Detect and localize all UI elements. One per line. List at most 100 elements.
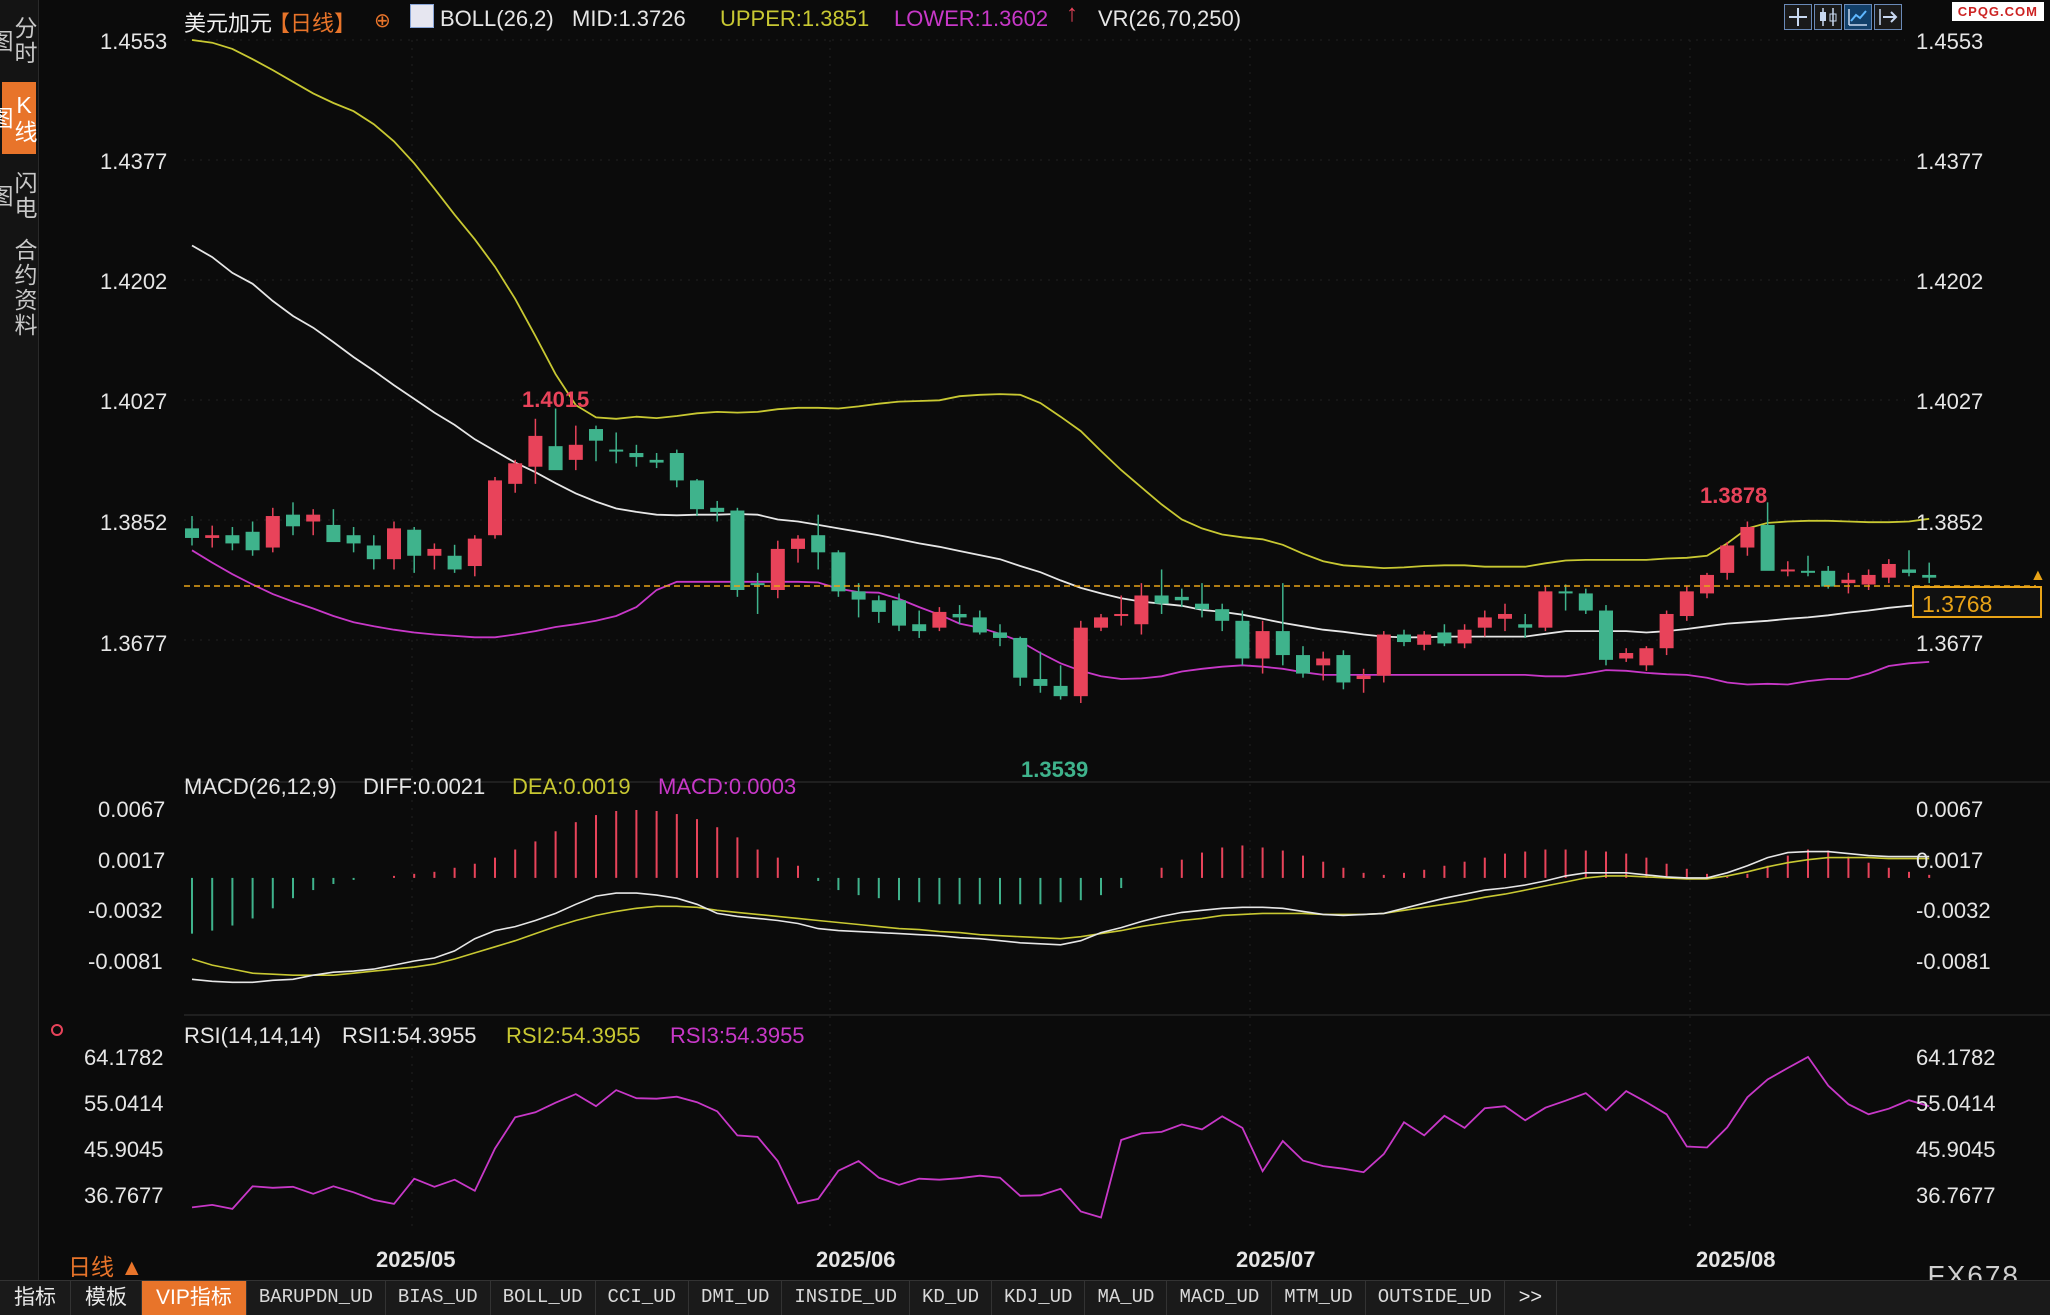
indicator-macd[interactable]: MACD_UD bbox=[1167, 1281, 1273, 1315]
indicator-outside[interactable]: OUTSIDE_UD bbox=[1366, 1281, 1505, 1315]
candle-body bbox=[1215, 609, 1230, 621]
macd-diff-path bbox=[191, 850, 1930, 984]
macd-header: MACD(26,12,9) DIFF:0.0021 DEA:0.0019 MAC… bbox=[184, 774, 796, 799]
candle-body bbox=[1841, 579, 1856, 584]
candle-body bbox=[1780, 569, 1795, 572]
indicator-kdj[interactable]: KDJ_UD bbox=[992, 1281, 1086, 1315]
tab-templates[interactable]: 模板 bbox=[71, 1281, 142, 1315]
candle-body bbox=[185, 528, 199, 538]
candle-body bbox=[427, 548, 442, 556]
rsi-axis-label: 64.1782 bbox=[1916, 1045, 1996, 1070]
candle-body bbox=[1356, 675, 1371, 680]
candle-body bbox=[1296, 655, 1310, 674]
macd-axis-label: 0.0067 bbox=[1916, 797, 1983, 822]
candle-body bbox=[851, 591, 866, 600]
candle-body bbox=[669, 453, 684, 481]
candle-body bbox=[1235, 620, 1250, 659]
price-axis-label: 1.4027 bbox=[100, 389, 167, 414]
candle-body bbox=[750, 583, 765, 586]
macd-dea-value: DEA:0.0019 bbox=[512, 774, 631, 799]
rsi-path bbox=[191, 1055, 1930, 1219]
more-indicators-button[interactable]: >> bbox=[1505, 1281, 1558, 1315]
macd-axis-label: 0.0017 bbox=[1916, 848, 1983, 873]
price-axis-label: 1.4377 bbox=[1916, 149, 1983, 174]
rsi-axis-label: 45.9045 bbox=[1916, 1137, 1996, 1162]
candle-body bbox=[1336, 655, 1351, 683]
candle-body bbox=[629, 453, 644, 458]
x-axis-label: 2025/06 bbox=[816, 1247, 896, 1272]
candle-body bbox=[1861, 574, 1876, 585]
price-pane: ▲ bbox=[184, 39, 2046, 704]
indicator-cci[interactable]: CCI_UD bbox=[596, 1281, 689, 1315]
candle-body bbox=[346, 535, 361, 544]
candle-body bbox=[811, 535, 826, 553]
price-axis-label: 1.4377 bbox=[100, 149, 167, 174]
candle-body bbox=[1902, 569, 1916, 573]
rsi-axis-label: 36.7677 bbox=[84, 1183, 164, 1208]
candle-body bbox=[286, 514, 300, 527]
candle-body bbox=[1498, 613, 1512, 619]
indicator-mtm[interactable]: MTM_UD bbox=[1272, 1281, 1366, 1315]
chart-canvas[interactable]: ▲ 1.4553 1.4377 1.4202 1.4027 1.3852 1.3… bbox=[0, 0, 2050, 1280]
tab-vip-indicators[interactable]: VIP指标 bbox=[142, 1281, 247, 1315]
indicator-dmi[interactable]: DMI_UD bbox=[689, 1281, 783, 1315]
indicator-inside[interactable]: INSIDE_UD bbox=[782, 1281, 911, 1315]
candle-body bbox=[407, 529, 422, 556]
candle-body bbox=[730, 510, 745, 590]
rsi-axis: 64.1782 55.0414 45.9045 36.7677 64.1782 … bbox=[84, 1045, 1996, 1208]
candle-body bbox=[1376, 634, 1391, 676]
x-axis-label: 2025/07 bbox=[1236, 1247, 1316, 1272]
indicator-bias[interactable]: BIAS_UD bbox=[386, 1281, 491, 1315]
candle-body bbox=[589, 429, 603, 441]
candle-body bbox=[1114, 613, 1129, 617]
price-axis-label: 1.3677 bbox=[100, 631, 167, 656]
current-price-tag: 1.3768 bbox=[1912, 586, 2042, 618]
rsi-axis-label: 64.1782 bbox=[84, 1045, 164, 1070]
tab-indicators[interactable]: 指标 bbox=[0, 1281, 71, 1315]
boll-mid-line bbox=[191, 244, 1930, 639]
candle-body bbox=[548, 446, 563, 471]
macd-axis-label: -0.0032 bbox=[88, 898, 163, 923]
candle-body bbox=[1599, 610, 1613, 660]
macd-diff-line bbox=[191, 850, 1930, 984]
candle-body bbox=[1477, 617, 1492, 628]
candle-body bbox=[1073, 627, 1088, 697]
candle-body bbox=[1275, 631, 1290, 656]
candle-body bbox=[225, 535, 240, 544]
indicator-kd[interactable]: KD_UD bbox=[910, 1281, 993, 1315]
price-axis-label: 1.4553 bbox=[100, 29, 167, 54]
price-axis-label: 1.4553 bbox=[1916, 29, 1983, 54]
candle-body bbox=[1740, 526, 1755, 548]
indicator-boll[interactable]: BOLL_UD bbox=[491, 1281, 596, 1315]
candle-body bbox=[1316, 658, 1331, 666]
rsi1-value: RSI1:54.3955 bbox=[342, 1023, 477, 1048]
candle-body bbox=[791, 538, 805, 549]
indicator-ma[interactable]: MA_UD bbox=[1085, 1281, 1168, 1315]
macd-axis: 0.0067 0.0017 -0.0032 -0.0081 0.0067 0.0… bbox=[88, 797, 1991, 974]
candle-body bbox=[1659, 613, 1674, 649]
macd-axis-label: -0.0081 bbox=[88, 949, 163, 974]
price-axis-left: 1.4553 1.4377 1.4202 1.4027 1.3852 1.367… bbox=[100, 29, 167, 656]
candle-body bbox=[1255, 631, 1270, 659]
candle-body bbox=[568, 444, 583, 460]
indicator-barupdn[interactable]: BARUPDN_UD bbox=[247, 1281, 386, 1315]
candle-body bbox=[1679, 591, 1694, 617]
macd-diff-value: DIFF:0.0021 bbox=[363, 774, 485, 799]
price-axis-label: 1.3677 bbox=[1916, 631, 1983, 656]
period-selector[interactable]: 日线 ▲ bbox=[68, 1248, 143, 1282]
candle-body bbox=[1720, 545, 1735, 573]
candle-body bbox=[1881, 563, 1896, 578]
candle-body bbox=[972, 617, 987, 633]
candle-body bbox=[710, 507, 725, 512]
candle-body bbox=[993, 632, 1007, 638]
rsi3-value: RSI3:54.3955 bbox=[670, 1023, 805, 1048]
candle-body bbox=[892, 600, 906, 626]
candle-body bbox=[265, 516, 280, 548]
price-axis-label: 1.4202 bbox=[1916, 269, 1983, 294]
boll-upper-line bbox=[191, 39, 1930, 570]
macd-dea-path bbox=[191, 856, 1930, 977]
candle-body bbox=[932, 611, 947, 628]
candle-body bbox=[1397, 634, 1411, 643]
candle-body bbox=[1518, 624, 1533, 628]
macd-axis-label: 0.0017 bbox=[98, 848, 165, 873]
